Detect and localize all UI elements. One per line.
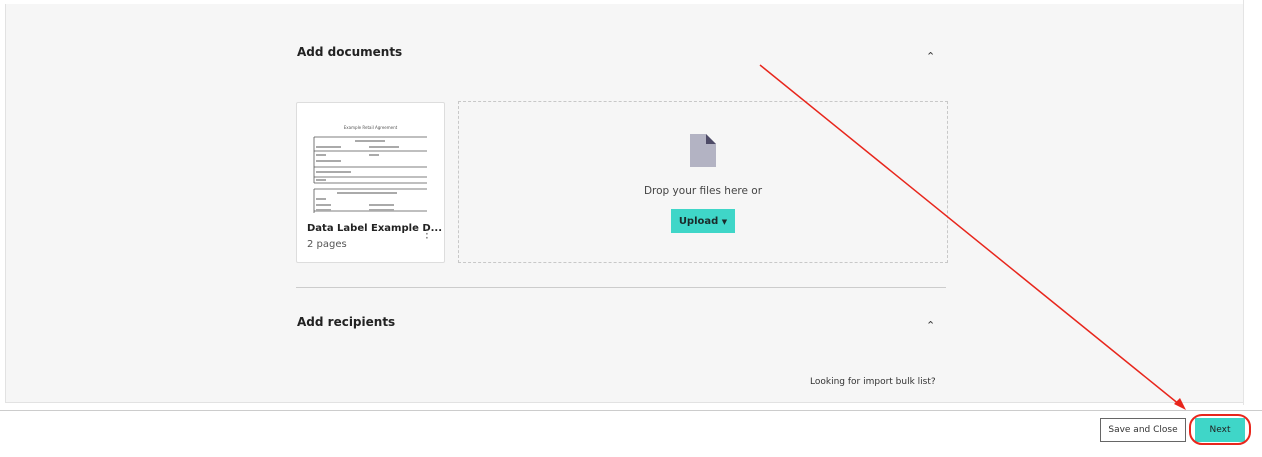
upload-label: Upload [678, 215, 719, 227]
document-card[interactable]: Example Retail Agreement Data Label Exam… [296, 102, 445, 263]
footer-divider [0, 410, 1262, 411]
add-documents-heading: Add documents [297, 45, 403, 59]
save-and-close-button[interactable]: Save and Close [1100, 418, 1186, 442]
next-button[interactable]: Next [1195, 418, 1245, 442]
document-title: Data Label Example D... [307, 223, 443, 234]
more-options-icon[interactable]: · · · [425, 224, 429, 244]
section-divider [296, 287, 946, 288]
thumbnail-heading: Example Retail Agreement [343, 125, 398, 130]
document-thumbnail: Example Retail Agreement [297, 103, 444, 213]
file-icon [690, 134, 716, 167]
add-recipients-heading: Add recipients [297, 315, 396, 329]
collapse-recipients-chevron-up-icon[interactable]: ⌃ [926, 319, 935, 332]
scrollbar[interactable] [1243, 0, 1262, 405]
caret-down-icon: ▼ [721, 217, 728, 226]
import-bulk-list-link[interactable]: Looking for import bulk list? [810, 377, 936, 387]
document-page-count: 2 pages [307, 239, 347, 250]
dropzone-text: Drop your files here or [643, 185, 763, 197]
collapse-documents-chevron-up-icon[interactable]: ⌃ [926, 50, 935, 63]
upload-button[interactable]: Upload ▼ [671, 209, 735, 233]
thumbnail-table-lines [313, 136, 427, 213]
file-dropzone[interactable]: Drop your files here or Upload ▼ [458, 101, 948, 263]
